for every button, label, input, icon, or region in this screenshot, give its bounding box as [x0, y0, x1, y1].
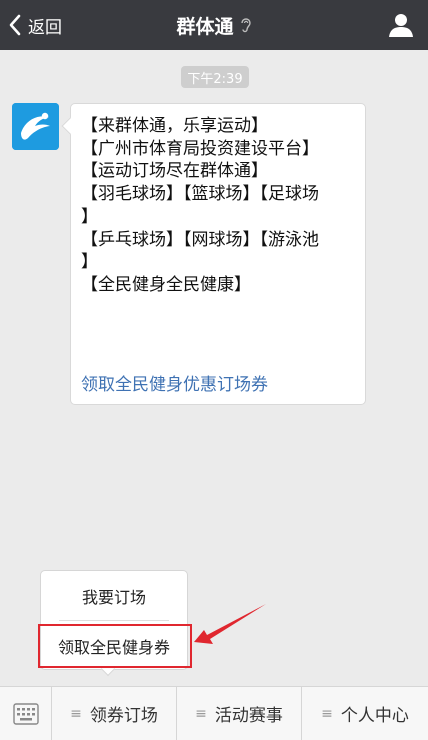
message-bubble: 【来群体通，乐享运动】 【广州市体育局投资建设平台】 【运动订场尽在群体通】 【…: [61, 103, 366, 405]
page-title: 群体通: [176, 15, 234, 38]
app-logo-icon: [12, 103, 59, 150]
menu-lines-icon: ≡: [321, 705, 333, 722]
tab-label: 领券订场: [89, 706, 158, 726]
message-line: 【运动订场尽在群体通】: [81, 161, 268, 182]
ear-icon: [240, 18, 251, 33]
user-icon: [389, 14, 413, 37]
bottom-menu: ≡ 领券订场 ≡ 活动赛事 ≡ 个人中心: [0, 686, 428, 740]
menu-lines-icon: ≡: [195, 705, 207, 722]
back-button[interactable]: 返回: [8, 0, 62, 50]
message-line: 【广州市体育局投资建设平台】: [81, 138, 319, 159]
message-line: 【全民健身全民健康】: [81, 274, 251, 295]
message-line: 【羽毛球场】【篮球场】【足球场: [81, 184, 319, 205]
divider: [59, 620, 169, 621]
keyboard-toggle-button[interactable]: [0, 687, 52, 740]
message-timestamp: 下午2:39: [181, 66, 249, 88]
annotation-arrow-icon: [194, 604, 266, 644]
page-title-wrap: 群体通: [0, 0, 428, 50]
message-line: 【乒乓球场】【网球场】【游泳池: [81, 229, 319, 250]
message-line: 】: [81, 252, 98, 273]
menu-lines-icon: ≡: [70, 705, 82, 722]
keyboard-icon: [12, 702, 39, 725]
message-line: 】: [81, 206, 98, 227]
tab-personal-center[interactable]: ≡ 个人中心: [302, 687, 428, 740]
tab-events[interactable]: ≡ 活动赛事: [177, 687, 302, 740]
coupon-link[interactable]: 领取全民健身优惠订场券: [81, 370, 268, 395]
chevron-left-icon: [9, 14, 21, 36]
sender-avatar[interactable]: [12, 103, 59, 150]
navbar: 返回 群体通: [0, 0, 428, 50]
back-label: 返回: [28, 17, 62, 38]
profile-button[interactable]: [388, 12, 414, 38]
tab-claim-book[interactable]: ≡ 领券订场: [52, 687, 177, 740]
highlight-box: [38, 624, 192, 668]
message-line: 【来群体通，乐享运动】: [81, 116, 268, 136]
bubble-tail: [61, 117, 79, 135]
tab-label: 活动赛事: [214, 706, 283, 726]
tab-label: 个人中心: [340, 706, 409, 726]
menu-item-book-court[interactable]: 我要订场: [41, 573, 187, 619]
